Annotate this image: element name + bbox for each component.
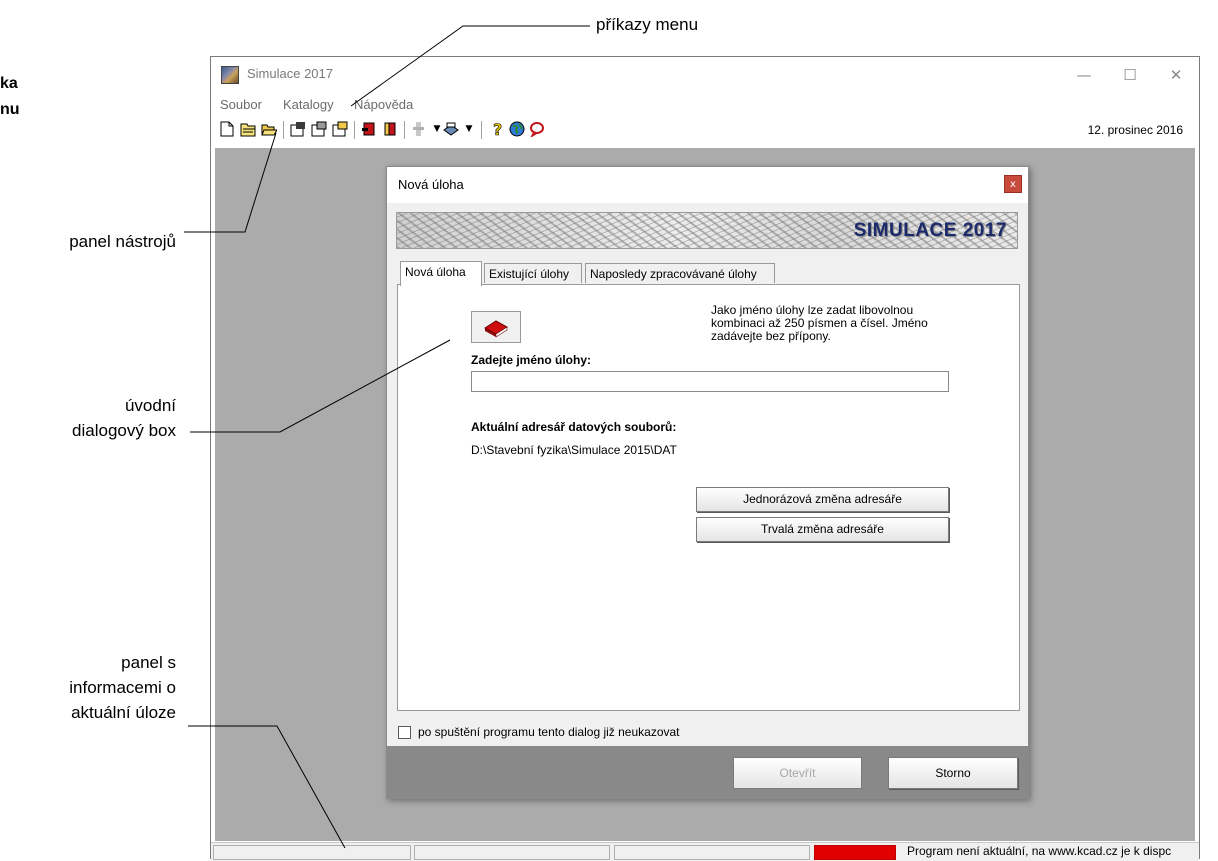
annotation-dialog-line2: dialogový box bbox=[72, 421, 176, 440]
annotation-menu-commands: příkazy menu bbox=[596, 15, 699, 34]
dialog-button-area: Otevřít Storno bbox=[387, 746, 1028, 798]
minimize-button[interactable]: — bbox=[1061, 57, 1107, 93]
open-icon[interactable] bbox=[240, 121, 256, 137]
status-pane bbox=[614, 845, 810, 860]
chat-icon[interactable] bbox=[529, 121, 545, 139]
chevron-down-icon[interactable]: ▼ bbox=[461, 121, 477, 137]
annotation-info-panel: panel s informacemi o aktuální úloze bbox=[0, 650, 176, 725]
app-icon bbox=[221, 66, 239, 84]
annotation-toolbar: panel nástrojů bbox=[69, 232, 176, 251]
dont-show-label: po spuštění programu tento dialog již ne… bbox=[418, 725, 680, 739]
toolbar-separator bbox=[283, 121, 284, 139]
export-icon[interactable] bbox=[443, 121, 459, 137]
close-button[interactable]: ✕ bbox=[1153, 57, 1199, 93]
status-bar: Program není aktuální, na www.kcad.cz je… bbox=[211, 842, 1199, 861]
red-yellow-book-icon[interactable] bbox=[382, 121, 398, 137]
task-name-input[interactable] bbox=[471, 371, 949, 392]
simulace-banner: SIMULACE 2017 bbox=[396, 212, 1018, 249]
menu-soubor[interactable]: Soubor bbox=[220, 97, 262, 112]
dont-show-checkbox[interactable] bbox=[398, 726, 411, 739]
open-folder-icon[interactable] bbox=[261, 121, 278, 137]
toolbar-separator bbox=[354, 121, 355, 139]
dialog-title: Nová úloha bbox=[398, 177, 464, 192]
tab-panel-new-task: Jako jméno úlohy lze zadat libovolnou ko… bbox=[397, 284, 1020, 711]
title-bar[interactable]: Simulace 2017 — ☐ ✕ bbox=[211, 57, 1199, 93]
one-time-dir-change-button[interactable]: Jednorázová změna adresáře bbox=[696, 487, 949, 512]
annotation-menu-bar-fragment-line2: nu bbox=[0, 101, 20, 118]
status-pane bbox=[414, 845, 610, 860]
menu-katalogy[interactable]: Katalogy bbox=[283, 97, 334, 112]
help-icon[interactable]: ? bbox=[490, 120, 506, 140]
annotation-menu-bar-fragment-line1: ka bbox=[0, 75, 18, 92]
annotation-dialog: úvodní dialogový box bbox=[0, 393, 176, 443]
open-button[interactable]: Otevřít bbox=[733, 757, 862, 789]
tab-recent-tasks[interactable]: Naposledy zpracovávané úlohy bbox=[585, 263, 775, 283]
annotation-dialog-line1: úvodní bbox=[124, 396, 176, 415]
data-dir-path: D:\Stavební fyzika\Simulace 2015\DAT bbox=[471, 443, 677, 457]
current-date: 12. prosinec 2016 bbox=[1087, 123, 1183, 137]
status-alert-indicator bbox=[814, 845, 896, 860]
dialog-title-bar[interactable]: Nová úloha x bbox=[387, 167, 1028, 203]
annotation-menu-bar-fragment: ka nu bbox=[0, 71, 20, 123]
svg-text:?: ? bbox=[493, 121, 502, 137]
cancel-button[interactable]: Storno bbox=[888, 757, 1018, 789]
properties2-icon[interactable] bbox=[311, 121, 327, 137]
globe-icon[interactable] bbox=[509, 121, 525, 137]
toolbar-separator bbox=[481, 121, 482, 139]
red-book-icon[interactable] bbox=[361, 121, 377, 137]
status-message: Program není aktuální, na www.kcad.cz je… bbox=[907, 845, 1172, 858]
task-book-icon bbox=[471, 311, 521, 343]
name-hint: Jako jméno úlohy lze zadat libovolnou ko… bbox=[711, 303, 928, 343]
menu-bar: Soubor Katalogy Nápověda bbox=[211, 95, 1199, 115]
new-icon[interactable] bbox=[219, 121, 235, 137]
task-name-label: Zadejte jméno úlohy: bbox=[471, 353, 592, 367]
status-pane bbox=[213, 845, 411, 860]
maximize-button[interactable]: ☐ bbox=[1107, 57, 1153, 93]
permanent-dir-change-button[interactable]: Trvalá změna adresáře bbox=[696, 517, 949, 542]
window-title: Simulace 2017 bbox=[247, 66, 333, 81]
menu-napoveda[interactable]: Nápověda bbox=[354, 97, 413, 112]
tab-existing-tasks[interactable]: Existující úlohy bbox=[484, 263, 582, 283]
new-task-dialog: Nová úloha x SIMULACE 2017 Nová úloha Ex… bbox=[386, 166, 1029, 799]
banner-title: SIMULACE 2017 bbox=[853, 220, 1007, 241]
properties3-icon[interactable] bbox=[332, 121, 348, 137]
annotation-info-panel-line2: informacemi o bbox=[69, 678, 176, 697]
toolbar: ▼ ▼ ? 12. prosinec 2016 bbox=[211, 117, 1199, 143]
toolbar-separator bbox=[404, 121, 405, 139]
properties-icon[interactable] bbox=[290, 121, 306, 137]
dialog-close-button[interactable]: x bbox=[1004, 175, 1022, 193]
annotation-info-panel-line1: panel s bbox=[121, 653, 176, 672]
annotation-info-panel-line3: aktuální úloze bbox=[71, 703, 176, 722]
disabled-tool-icon bbox=[411, 121, 427, 137]
data-dir-label: Aktuální adresář datových souborů: bbox=[471, 420, 677, 434]
tab-new-task[interactable]: Nová úloha bbox=[400, 261, 482, 286]
